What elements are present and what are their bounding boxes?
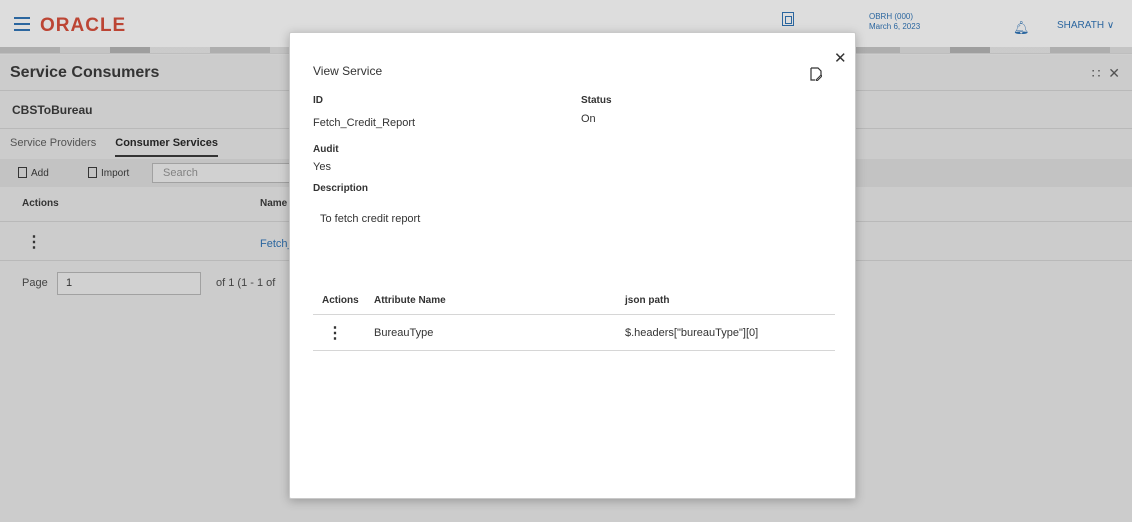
attribute-name-cell: BureauType (374, 327, 434, 339)
close-icon[interactable]: ✕ (834, 49, 847, 67)
col-attribute-name: Attribute Name (374, 295, 446, 306)
status-label: Status (581, 95, 612, 106)
description-value: To fetch credit report (320, 213, 421, 225)
status-value: On (581, 113, 596, 125)
description-label: Description (313, 183, 369, 194)
id-label: ID (313, 95, 323, 106)
col-json-path: json path (625, 295, 670, 306)
dialog-title: View Service (313, 64, 383, 78)
id-value: Fetch_Credit_Report (313, 117, 416, 129)
divider (313, 350, 835, 351)
divider (313, 314, 835, 315)
audit-value: Yes (313, 161, 331, 173)
row-actions-icon[interactable]: ⋮ (327, 323, 343, 343)
edit-icon[interactable] (810, 67, 822, 81)
json-path-cell: $.headers["bureauType"][0] (625, 327, 759, 339)
audit-label: Audit (313, 144, 339, 155)
col-actions: Actions (322, 295, 359, 306)
view-service-dialog: View Service ✕ ID Fetch_Credit_Report St… (289, 32, 856, 499)
